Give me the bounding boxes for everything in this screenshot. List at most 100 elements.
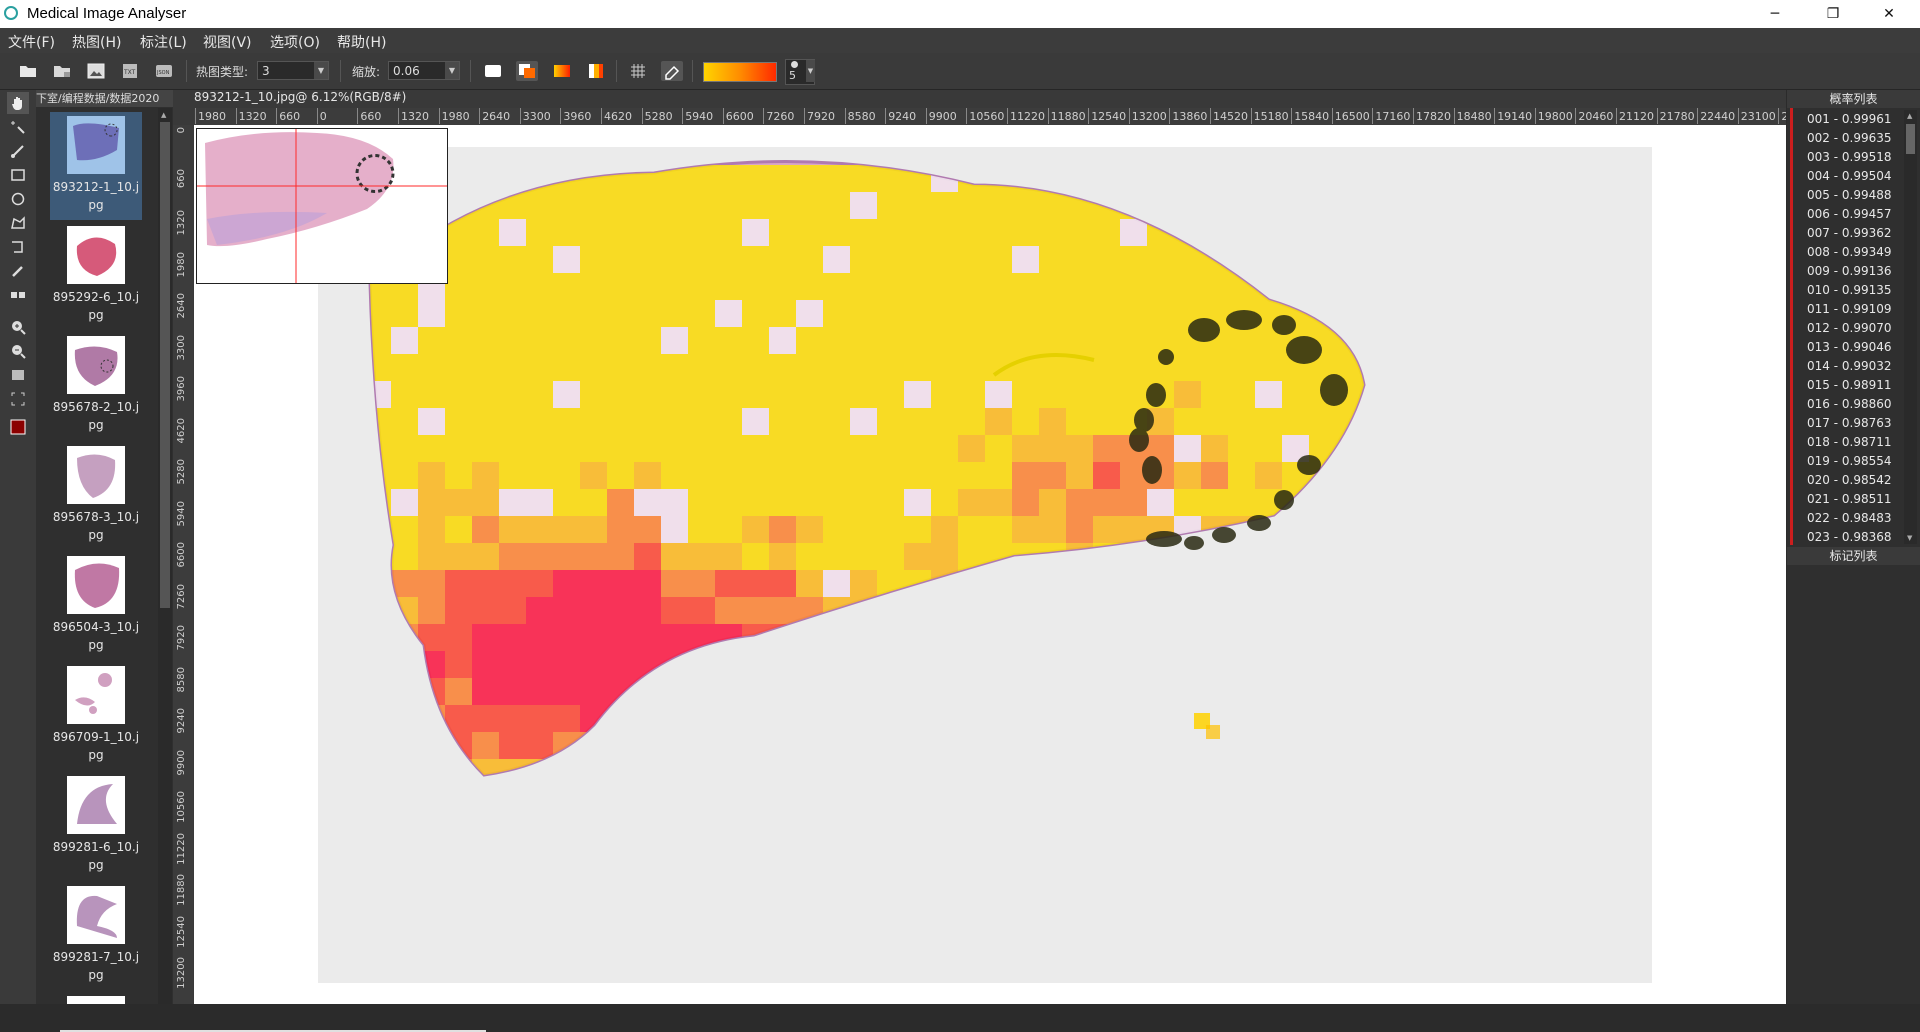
probability-list-item[interactable]: 020 - 0.98542 (1807, 471, 1892, 490)
heatmap-tile (607, 462, 634, 489)
split-color-icon[interactable] (585, 61, 607, 81)
close-button[interactable]: ✕ (1866, 0, 1912, 28)
heatmap-tile (445, 327, 472, 354)
probability-list-item[interactable]: 007 - 0.99362 (1807, 224, 1892, 243)
brush-icon[interactable] (7, 260, 29, 282)
probability-list-item[interactable]: 012 - 0.99070 (1807, 319, 1892, 338)
json-icon[interactable]: JSON (153, 61, 175, 81)
grid-icon[interactable] (627, 61, 649, 81)
thumbnail-item[interactable]: 895678-3_10.jpg (50, 442, 142, 550)
toggle-icon[interactable] (7, 284, 29, 306)
scroll-down-icon[interactable]: ▼ (1907, 534, 1912, 542)
probability-list-item[interactable]: 019 - 0.98554 (1807, 452, 1892, 471)
hand-icon[interactable] (7, 92, 29, 114)
heatmap-tile (742, 597, 769, 624)
probability-list-item[interactable]: 009 - 0.99136 (1807, 262, 1892, 281)
minimap[interactable] (196, 128, 448, 284)
thumbnail-item[interactable]: 895678-2_10.jpg (50, 332, 142, 440)
thumbnail-item[interactable]: 896709-1_10.jpg (50, 662, 142, 770)
menu-options[interactable]: 选项(O) (270, 32, 320, 52)
heatmap-tile (742, 273, 769, 300)
probability-list-item[interactable]: 005 - 0.99488 (1807, 186, 1892, 205)
zoom-select[interactable]: 0.06 ▼ (388, 61, 460, 80)
folder-open-icon[interactable] (17, 61, 39, 81)
probability-list-item[interactable]: 018 - 0.98711 (1807, 433, 1892, 452)
scroll-up-icon[interactable]: ▲ (1907, 112, 1912, 120)
thumbnail-item[interactable]: 896504-3_10.jpg (50, 552, 142, 660)
point-icon[interactable] (7, 116, 29, 138)
heatmap-tile (877, 300, 904, 327)
chevron-down-icon[interactable]: ▼ (806, 60, 815, 82)
heatmap-tile (742, 705, 769, 732)
probability-list-item[interactable]: 004 - 0.99504 (1807, 167, 1892, 186)
probability-list-item[interactable]: 002 - 0.99635 (1807, 129, 1892, 148)
thumbnail-item[interactable]: 899281-7_10.jpg (50, 882, 142, 990)
probability-list-item[interactable]: 014 - 0.99032 (1807, 357, 1892, 376)
white-square-icon[interactable] (482, 61, 504, 81)
heatmap-type-select[interactable]: 3 ▼ (257, 61, 329, 80)
probability-list-item[interactable]: 016 - 0.98860 (1807, 395, 1892, 414)
ruler-tick-label: 10560 (969, 110, 1005, 123)
scrollbar-thumb[interactable] (1906, 124, 1915, 154)
probability-list-item[interactable]: 010 - 0.99135 (1807, 281, 1892, 300)
polyline-icon[interactable] (7, 236, 29, 258)
polygon-icon[interactable] (7, 212, 29, 234)
thumbnail-item[interactable]: 899281-6_10.jpg (50, 772, 142, 880)
image-viewport[interactable] (194, 125, 1786, 1004)
thumbnail-item[interactable] (50, 992, 142, 1004)
thumbnail-item[interactable]: 895292-6_10.jpg (50, 222, 142, 330)
heatmap-tile (1147, 570, 1174, 597)
colorbar-legend[interactable] (703, 62, 777, 82)
probability-list-item[interactable]: 017 - 0.98763 (1807, 414, 1892, 433)
heatmap-tile (580, 543, 607, 570)
minimize-button[interactable]: ─ (1752, 0, 1798, 28)
menu-file[interactable]: 文件(F) (8, 32, 55, 52)
zoom-in-icon[interactable] (7, 316, 29, 338)
probability-list-item[interactable]: 006 - 0.99457 (1807, 205, 1892, 224)
ellipse-icon[interactable] (7, 188, 29, 210)
folder-icon[interactable] (51, 61, 73, 81)
probability-list-item[interactable]: 015 - 0.98911 (1807, 376, 1892, 395)
ruler-tick (1291, 108, 1293, 124)
heatmap-tile (472, 354, 499, 381)
fullscreen-icon[interactable] (7, 388, 29, 410)
probability-list-item[interactable]: 008 - 0.99349 (1807, 243, 1892, 262)
zoom-out-icon[interactable] (7, 340, 29, 362)
eraser-icon[interactable] (661, 61, 683, 81)
fit-icon[interactable] (7, 364, 29, 386)
restore-button[interactable]: ❐ (1810, 0, 1856, 28)
heatmap-tile (1093, 624, 1120, 651)
overlay-icon[interactable] (516, 61, 538, 81)
probability-list-item[interactable]: 003 - 0.99518 (1807, 148, 1892, 167)
scrollbar-thumb[interactable] (160, 122, 170, 608)
probability-list-item[interactable]: 022 - 0.98483 (1807, 509, 1892, 528)
heatmap-tile (1174, 165, 1201, 192)
line-icon[interactable] (7, 140, 29, 162)
heatmap-tile (931, 705, 958, 732)
menu-help[interactable]: 帮助(H) (337, 32, 386, 52)
probability-scrollbar[interactable]: ▲ ▼ (1904, 110, 1917, 544)
thumbnail-scrollbar[interactable]: ▲ (158, 108, 172, 1004)
gradient-icon[interactable] (551, 61, 573, 81)
scroll-up-icon[interactable]: ▲ (161, 111, 166, 119)
probability-list-item[interactable]: 013 - 0.99046 (1807, 338, 1892, 357)
heatmap-tile (1309, 489, 1336, 516)
heatmap-tile (904, 300, 931, 327)
heatmap-tile (688, 678, 715, 705)
rectangle-icon[interactable] (7, 164, 29, 186)
menu-annotate[interactable]: 标注(L) (140, 32, 187, 52)
heatmap-tile (1012, 624, 1039, 651)
menu-view[interactable]: 视图(V) (203, 32, 252, 52)
point-size-stepper[interactable]: 5 ▼ (785, 59, 815, 85)
txt-icon[interactable]: TXT (119, 61, 141, 81)
probability-list-item[interactable]: 001 - 0.99961 (1807, 110, 1892, 129)
ruler-tick-label: 21120 (1619, 110, 1654, 123)
probability-list-item[interactable]: 021 - 0.98511 (1807, 490, 1892, 509)
menu-heatmap[interactable]: 热图(H) (72, 32, 121, 52)
toolbar-separator (186, 60, 187, 82)
image-icon[interactable] (85, 61, 107, 81)
probability-list-item[interactable]: 011 - 0.99109 (1807, 300, 1892, 319)
thumbnail-item[interactable]: 893212-1_10.jpg (50, 112, 142, 220)
color-swatch-icon[interactable] (7, 416, 29, 438)
probability-list-item[interactable]: 023 - 0.98368 (1807, 528, 1892, 547)
